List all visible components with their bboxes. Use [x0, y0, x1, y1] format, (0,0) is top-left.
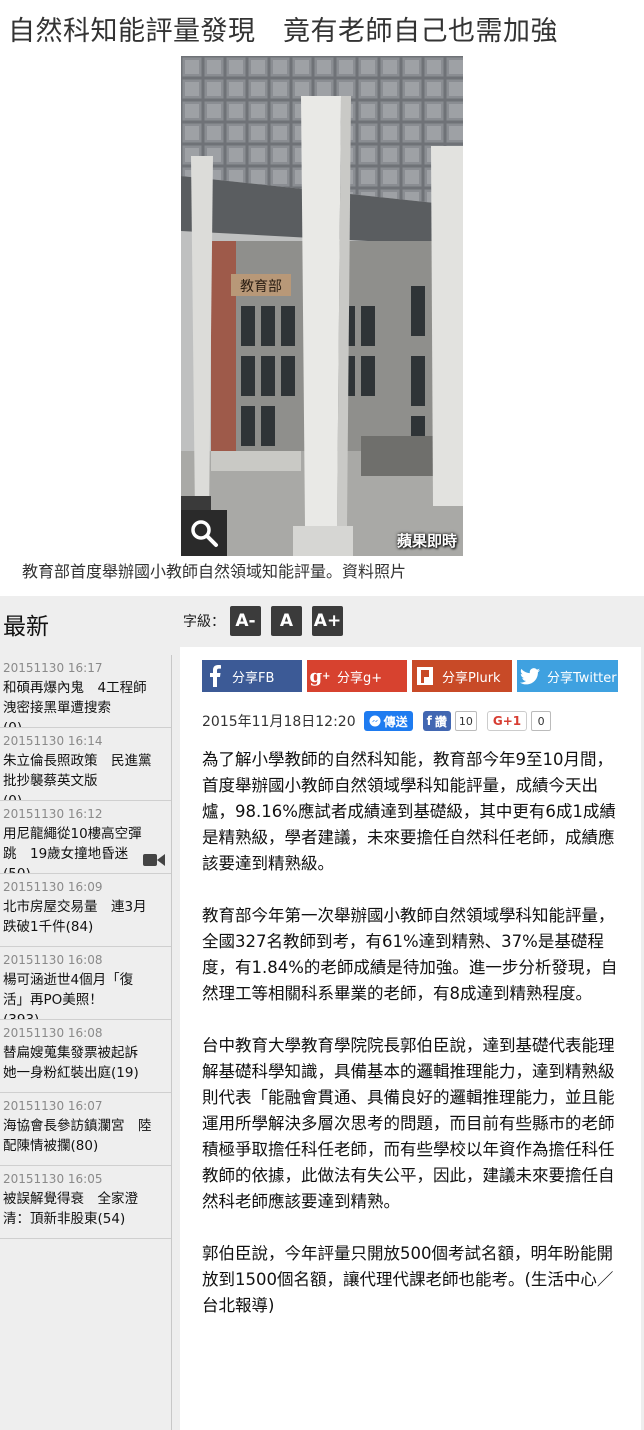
share-facebook-button[interactable]: 分享FB: [202, 660, 302, 692]
list-item[interactable]: 20151130 16:09 北市房屋交易量 連3月跌破1千件(84): [0, 874, 171, 947]
news-title[interactable]: 被誤解覺得衰 全家澄清：頂新非股東(54): [3, 1189, 153, 1229]
font-larger-button[interactable]: A+: [312, 606, 343, 636]
news-title[interactable]: 用尼龍繩從10樓高空彈跳 19歲女撞地昏迷(50): [3, 824, 153, 873]
article-meta: 2015年11月18日12:20 傳送 f 讚 10 G+1 0: [202, 711, 561, 731]
building-illustration: 教育部: [181, 56, 463, 556]
article-paragraph: 為了解小學教師的自然科知能，教育部今年9至10月間，首度舉辦國小教師自然領域學科…: [202, 750, 616, 873]
news-title[interactable]: 海協會長參訪鎮瀾宮 陸配陳情被攔(80): [3, 1116, 153, 1156]
facebook-small-icon: f: [426, 714, 432, 728]
list-item[interactable]: 20151130 16:12 用尼龍繩從10樓高空彈跳 19歲女撞地昏迷(50): [0, 801, 171, 874]
font-size-controls: 字級： A- A A+: [183, 606, 353, 636]
messenger-icon: [369, 715, 381, 727]
publish-date: 2015年11月18日12:20: [202, 714, 356, 730]
news-title[interactable]: 替扁嫂蒐集發票被起訴 她一身粉紅裝出庭(19): [3, 1043, 153, 1083]
photo-watermark: 蘋果即時: [396, 532, 457, 550]
share-plurk-label: 分享Plurk: [442, 670, 501, 686]
article-paragraph: 台中教育大學教育學院院長郭伯臣說，達到基礎代表能理解基礎科學知識，具備基本的邏輯…: [202, 1036, 615, 1211]
list-item[interactable]: 20151130 16:08 楊可涵逝世4個月「復活」再PO美照！ (393): [0, 947, 171, 1020]
signage-text: 教育部: [240, 279, 282, 295]
zoom-button[interactable]: [181, 510, 227, 556]
photo-caption: 教育部首度舉辦國小教師自然領域知能評量。資料照片: [22, 562, 407, 581]
news-time: 20151130 16:14: [3, 734, 103, 748]
share-gplus-button[interactable]: g + 分享g+: [307, 660, 407, 692]
share-plurk-button[interactable]: 分享Plurk: [412, 660, 512, 692]
article-paragraph: 郭伯臣說，今年評量只開放500個考試名額，明年盼能開放到1500個名額，讓代理代…: [202, 1244, 614, 1315]
facebook-like-button[interactable]: f 讚: [422, 711, 451, 731]
twitter-bird-icon: [517, 660, 543, 692]
article-body-panel: 分享FB g + 分享g+ 分享Plurk 分享Twitter 2015年11月1…: [180, 647, 641, 1430]
gplus-icon: g +: [309, 665, 331, 687]
news-time: 20151130 16:07: [3, 1099, 103, 1113]
article-headline: 自然科知能評量發現 竟有老師自己也需加強: [8, 16, 558, 47]
news-time: 20151130 16:09: [3, 880, 103, 894]
news-title[interactable]: 楊可涵逝世4個月「復活」再PO美照！ (393): [3, 970, 153, 1019]
share-gplus-label: 分享g+: [337, 670, 383, 686]
news-time: 20151130 16:08: [3, 953, 103, 967]
magnifier-icon: [191, 520, 218, 547]
gplus-one-button[interactable]: G+1: [486, 711, 528, 731]
list-item[interactable]: 20151130 16:14 朱立倫長照政策 民進黨批抄襲蔡英文版 (0): [0, 728, 171, 801]
list-item[interactable]: 20151130 16:17 和碩再爆內鬼 4工程師洩密接黑單遭搜索 (0): [0, 655, 171, 728]
news-title[interactable]: 北市房屋交易量 連3月跌破1千件(84): [3, 897, 153, 937]
facebook-like-count: 10: [454, 711, 477, 731]
news-title[interactable]: 和碩再爆內鬼 4工程師洩密接黑單遭搜索 (0): [3, 678, 153, 727]
font-smaller-button[interactable]: A-: [230, 606, 261, 636]
plurk-icon: [412, 660, 438, 692]
list-item[interactable]: 20151130 16:05 被誤解覺得衰 全家澄清：頂新非股東(54): [0, 1166, 171, 1239]
facebook-like-label: 讚: [434, 714, 447, 729]
news-title[interactable]: 朱立倫長照政策 民進黨批抄襲蔡英文版 (0): [3, 751, 153, 800]
facebook-icon: [202, 660, 228, 692]
article-paragraph: 教育部今年第一次舉辦國小教師自然領域學科知能評量，全國327名教師到考，有61%…: [202, 906, 618, 1003]
article-photo[interactable]: 教育部 蘋果即時: [181, 56, 463, 556]
share-twitter-label: 分享Twitter: [547, 670, 617, 686]
font-size-label: 字級：: [183, 614, 225, 630]
messenger-label: 傳送: [383, 714, 408, 729]
share-bar: 分享FB g + 分享g+ 分享Plurk 分享Twitter: [202, 660, 623, 692]
news-time: 20151130 16:05: [3, 1172, 103, 1186]
messenger-send-button[interactable]: 傳送: [363, 711, 413, 731]
latest-news-list: 20151130 16:17 和碩再爆內鬼 4工程師洩密接黑單遭搜索 (0) 20…: [0, 655, 172, 1430]
gplus-one-count: 0: [531, 711, 552, 731]
share-twitter-button[interactable]: 分享Twitter: [517, 660, 618, 692]
list-item[interactable]: 20151130 16:07 海協會長參訪鎮瀾宮 陸配陳情被攔(80): [0, 1093, 171, 1166]
sidebar-title: 最新: [3, 614, 49, 640]
article-text: 為了解小學教師的自然科知能，教育部今年9至10月間，首度舉辦國小教師自然領域學科…: [202, 747, 622, 1345]
share-facebook-label: 分享FB: [232, 670, 275, 686]
news-time: 20151130 16:08: [3, 1026, 103, 1040]
font-normal-button[interactable]: A: [271, 606, 302, 636]
news-time: 20151130 16:12: [3, 807, 103, 821]
video-camera-icon: [143, 854, 165, 866]
news-time: 20151130 16:17: [3, 661, 103, 675]
list-item[interactable]: 20151130 16:08 替扁嫂蒐集發票被起訴 她一身粉紅裝出庭(19): [0, 1020, 171, 1093]
